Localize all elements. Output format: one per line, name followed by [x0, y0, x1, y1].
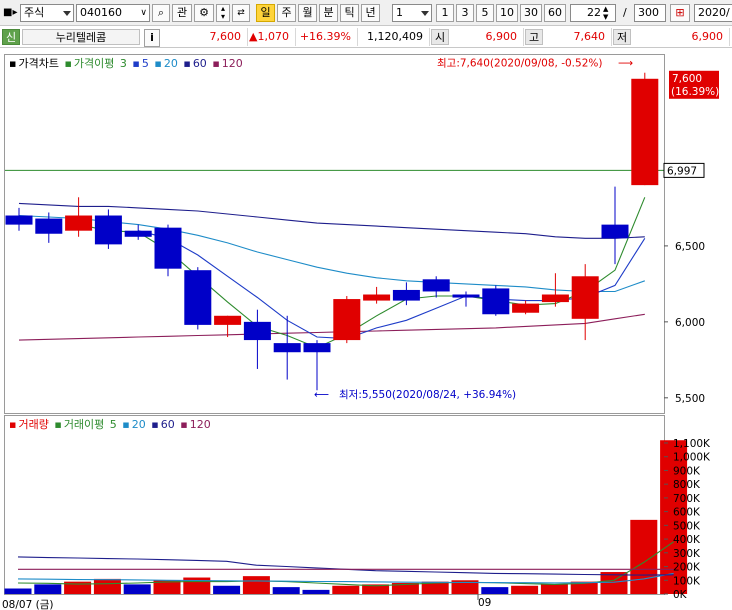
volume-bar	[242, 576, 270, 594]
x-axis-start-label: 08/07 (금)	[2, 599, 54, 610]
volume-tick-label: 900K	[673, 465, 701, 477]
candle-body	[5, 215, 33, 225]
volume-bar	[630, 519, 658, 594]
volume-tick-label: 300K	[673, 548, 701, 560]
current-price-label: 7,600	[672, 73, 702, 85]
candle-body	[154, 227, 182, 269]
candle-body	[363, 294, 391, 301]
volume-tick-label: 800K	[673, 479, 701, 491]
volume-ma-line-60	[17, 556, 674, 576]
volume-tick-label: 0K	[673, 589, 688, 601]
volume-bar	[302, 589, 330, 594]
volume-tick-label: 500K	[673, 520, 701, 532]
volume-bar	[123, 584, 151, 594]
price-tick-label: 6,000	[675, 317, 705, 329]
volume-bar	[540, 584, 568, 594]
candle-body	[35, 218, 63, 234]
candle-body	[124, 230, 152, 237]
crosshair-value-label: 6,997	[667, 165, 697, 177]
candle-body	[482, 288, 510, 315]
high-annotation-arrow: ⟶	[618, 58, 633, 70]
current-rate-label: (16.39%)	[671, 86, 719, 98]
volume-bar	[272, 587, 300, 594]
volume-tick-label: 1,100K	[673, 438, 711, 450]
candle-body	[94, 215, 122, 245]
volume-tick-label: 1,000K	[673, 452, 711, 464]
volume-tick-label: 600K	[673, 507, 701, 519]
ma-line-120	[18, 313, 645, 341]
volume-tick-label: 100K	[673, 575, 701, 587]
candle-body	[333, 299, 361, 341]
candle-body	[631, 78, 659, 186]
candle-body	[452, 294, 480, 298]
volume-tick-label: 200K	[673, 562, 701, 574]
candle-body	[601, 224, 629, 239]
low-annotation: 최저:5,550(2020/08/24, +36.94%)	[339, 389, 516, 401]
candle-body	[512, 303, 540, 313]
volume-tick-label: 400K	[673, 534, 701, 546]
volume-bar	[213, 585, 241, 594]
candle-body	[422, 279, 450, 292]
candle-body	[571, 276, 599, 319]
candle-body	[392, 289, 420, 301]
x-axis-month-label: 09	[478, 597, 492, 609]
volume-bar	[511, 585, 539, 594]
candle-body	[541, 294, 569, 303]
candle-body	[184, 270, 212, 325]
volume-bar	[332, 585, 360, 594]
volume-bar	[4, 588, 32, 594]
volume-bar	[34, 584, 62, 594]
low-annotation-arrow: ⟵	[314, 389, 329, 401]
candle-body	[214, 315, 242, 325]
price-tick-label: 6,500	[675, 241, 705, 253]
candle-body	[243, 321, 271, 341]
candle-body	[273, 343, 301, 353]
stock-chart[interactable]: 6,500 6,000 5,500 7,600(16.39%) 6,997 최고:7,64…	[0, 0, 732, 610]
candle-body	[303, 343, 331, 353]
volume-bar	[481, 587, 509, 594]
high-annotation: 최고:7,640(2020/09/08, -0.52%)	[437, 58, 602, 70]
price-tick-label: 5,500	[675, 393, 705, 405]
volume-bar	[93, 578, 121, 594]
volume-tick-label: 700K	[673, 493, 701, 505]
candle-body	[65, 215, 93, 231]
